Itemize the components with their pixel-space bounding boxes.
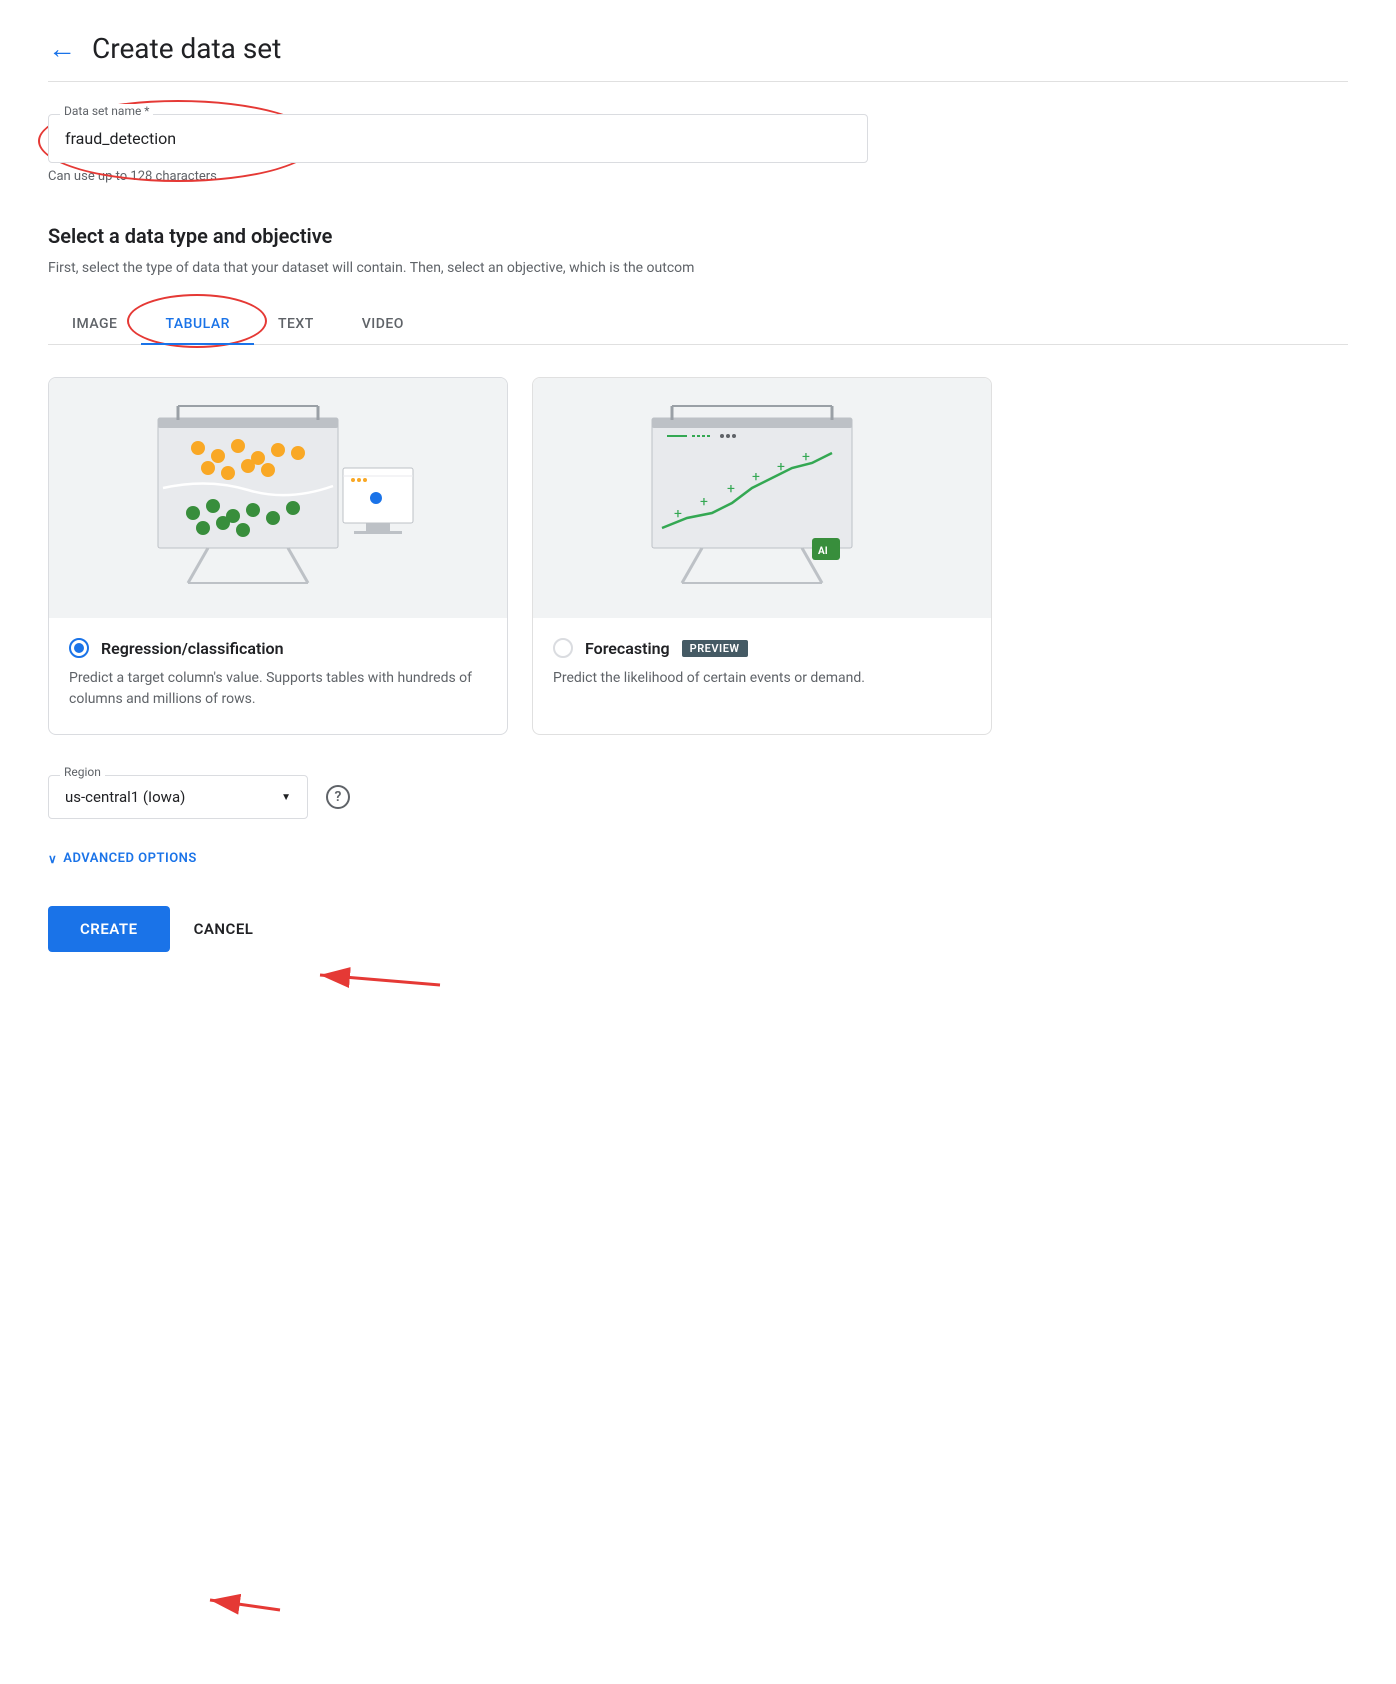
dataset-name-input[interactable] (48, 114, 868, 163)
regression-desc: Predict a target column's value. Support… (69, 668, 487, 710)
region-chevron-icon: ▼ (281, 792, 291, 803)
regression-label: Regression/classification (101, 639, 284, 658)
cards-container: Regression/classification Predict a targ… (48, 377, 1348, 735)
back-button[interactable]: ← (48, 35, 76, 63)
dataset-name-section: Data set name * Can use up to 128 charac… (48, 114, 1348, 184)
forecasting-radio-row: Forecasting PREVIEW (553, 638, 971, 658)
advanced-options-section: ∨ ADVANCED OPTIONS (48, 851, 1348, 866)
page-header: ← Create data set (48, 32, 1348, 81)
forecasting-radio[interactable] (553, 638, 573, 658)
svg-text:+: + (802, 449, 810, 465)
svg-text:+: + (700, 494, 708, 510)
region-select[interactable]: us-central1 (Iowa) ▼ (48, 775, 308, 819)
text-field-container: Data set name * (48, 114, 868, 163)
card-forecasting-content: Forecasting PREVIEW Predict the likeliho… (533, 618, 991, 713)
card-regression-image (49, 378, 507, 618)
tab-image[interactable]: IMAGE (48, 304, 141, 344)
regression-radio[interactable] (69, 638, 89, 658)
dataset-name-hint: Can use up to 128 characters. (48, 169, 1348, 184)
svg-text:+: + (727, 481, 735, 497)
card-regression-content: Regression/classification Predict a targ… (49, 618, 507, 734)
actions-section: CREATE CANCEL (48, 906, 1348, 952)
card-forecasting[interactable]: + + + + + + AI Forecasting (532, 377, 992, 735)
svg-text:AI: AI (818, 546, 828, 557)
cancel-button[interactable]: CANCEL (194, 920, 254, 938)
preview-badge: PREVIEW (682, 640, 748, 657)
advanced-chevron-icon: ∨ (48, 852, 57, 866)
section-description: First, select the type of data that your… (48, 260, 948, 276)
section-title: Select a data type and objective (48, 224, 1348, 248)
regression-illustration (128, 398, 428, 598)
forecasting-illustration: + + + + + + AI (612, 398, 912, 598)
dataset-name-label: Data set name * (60, 104, 153, 118)
forecasting-label: Forecasting (585, 639, 670, 658)
dataset-name-field-wrapper: Data set name * (48, 114, 868, 163)
regression-radio-inner (74, 643, 84, 653)
svg-text:+: + (674, 506, 682, 522)
advanced-options-link[interactable]: ∨ ADVANCED OPTIONS (48, 851, 1348, 866)
regression-radio-row: Regression/classification (69, 638, 487, 658)
region-section: Region us-central1 (Iowa) ▼ ? (48, 775, 1348, 819)
header-divider (48, 81, 1348, 82)
tab-video[interactable]: VIDEO (338, 304, 428, 344)
forecasting-desc: Predict the likelihood of certain events… (553, 668, 971, 689)
card-regression[interactable]: Regression/classification Predict a targ… (48, 377, 508, 735)
region-dropdown-wrapper: Region us-central1 (Iowa) ▼ (48, 775, 308, 819)
data-type-section: Select a data type and objective First, … (48, 224, 1348, 952)
svg-text:+: + (777, 459, 785, 475)
svg-text:+: + (752, 469, 760, 485)
create-button[interactable]: CREATE (48, 906, 170, 952)
region-value: us-central1 (Iowa) (65, 788, 273, 806)
advanced-options-label: ADVANCED OPTIONS (63, 851, 197, 866)
tab-text[interactable]: TEXT (254, 304, 338, 344)
card-forecasting-image: + + + + + + AI (533, 378, 991, 618)
page-title: Create data set (92, 32, 281, 65)
region-help-icon[interactable]: ? (326, 785, 350, 809)
region-label: Region (60, 765, 105, 779)
tab-tabular[interactable]: TABULAR (141, 304, 253, 344)
tabs-container: IMAGE TABULAR TEXT VIDEO (48, 304, 1348, 345)
